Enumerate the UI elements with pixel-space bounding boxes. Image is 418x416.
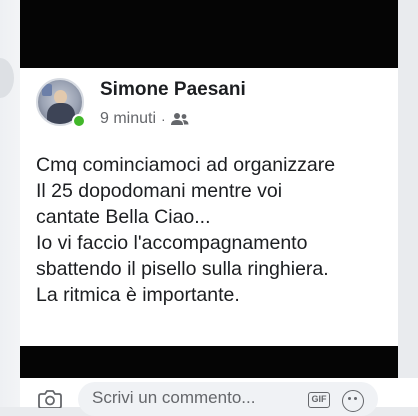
camera-icon[interactable] — [38, 390, 62, 409]
avatar-detail — [42, 84, 52, 96]
comment-placeholder: Scrivi un commento... — [92, 388, 256, 407]
author-name[interactable]: Simone Paesani — [100, 79, 246, 101]
redaction-bar-top — [20, 0, 398, 70]
friends-icon[interactable] — [170, 112, 189, 126]
post-text: Cmq cominciamoci ad organizzare Il 25 do… — [36, 152, 398, 308]
redaction-bar-bottom — [20, 346, 398, 378]
post-text-line: Il 25 dopodomani mentre voi — [36, 180, 283, 202]
post-card: Simone Paesani 9 minuti · Cmq cominciamo… — [20, 68, 398, 346]
background-avatar — [0, 58, 14, 98]
meta-separator: · — [161, 111, 166, 127]
emoji-icon[interactable] — [342, 390, 364, 412]
avatar-detail — [54, 90, 67, 104]
online-status-dot — [72, 114, 86, 128]
post-text-line: Cmq cominciamoci ad organizzare — [36, 154, 336, 176]
post-text-line: La ritmica è importante. — [36, 284, 240, 306]
post-text-line: sbattendo il pisello sulla ringhiera. — [36, 258, 329, 280]
post-text-line: Io vi faccio l'accompagnamento — [36, 232, 308, 254]
post-meta: 9 minuti · — [100, 109, 189, 129]
post-text-line: cantate Bella Ciao... — [36, 206, 211, 228]
comment-bar: Scrivi un commento... GIF — [20, 378, 418, 416]
post-timestamp[interactable]: 9 minuti — [100, 110, 156, 128]
gif-icon[interactable]: GIF — [308, 392, 330, 408]
avatar-detail — [47, 103, 75, 124]
